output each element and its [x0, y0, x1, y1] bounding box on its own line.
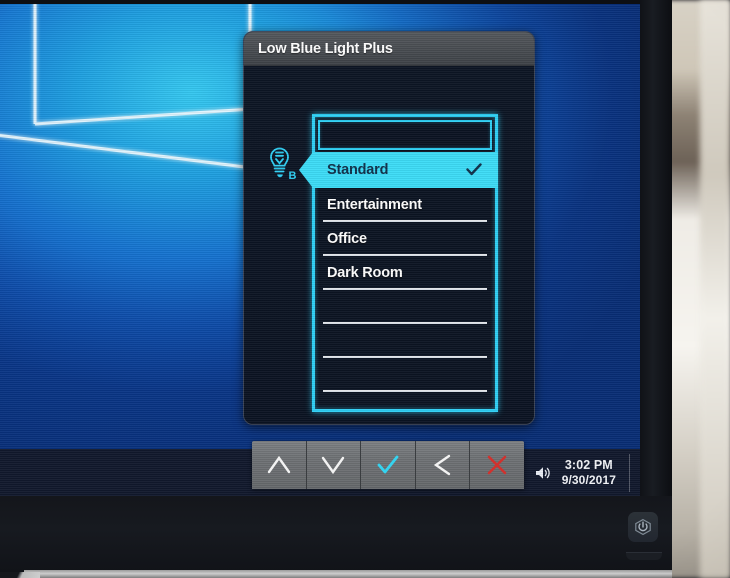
osd-dialog: Low Blue Light Plus B Standard Entertain…	[243, 31, 535, 425]
power-button[interactable]	[628, 512, 658, 542]
monitor-bezel-right	[640, 0, 672, 498]
osd-list-header	[318, 120, 492, 150]
osd-list-item-office[interactable]: Office	[315, 222, 495, 256]
osd-list-item-empty-4[interactable]	[315, 392, 495, 424]
room-background-far	[700, 0, 730, 578]
monitor-chassis: Low Blue Light Plus B Standard Entertain…	[0, 0, 672, 578]
svg-text:B: B	[289, 170, 297, 182]
osd-list: Standard Entertainment Office Dark Room	[299, 152, 498, 424]
system-tray: 3:02 PM 9/30/2017	[506, 449, 634, 496]
bezel-notch	[626, 552, 662, 560]
speaker-icon[interactable]	[534, 465, 553, 481]
osd-titlebar: Low Blue Light Plus	[244, 32, 534, 66]
check-icon	[375, 453, 401, 477]
clock-date: 9/30/2017	[561, 472, 616, 487]
monitor-stand-edge	[24, 570, 672, 578]
osd-list-item-label: Office	[327, 231, 367, 247]
osd-button-bar	[252, 441, 524, 489]
low-blue-light-bulb-icon: B	[259, 141, 299, 183]
osd-list-item-dark-room[interactable]: Dark Room	[315, 256, 495, 290]
osd-body: B Standard Entertainment Office Dark Roo…	[244, 66, 534, 424]
osd-list-item-standard[interactable]: Standard	[299, 152, 498, 188]
osd-list-item-label: Entertainment	[327, 197, 422, 213]
monitor-stand-edge-left	[0, 572, 40, 578]
osd-list-item-empty-2[interactable]	[315, 324, 495, 358]
chevron-up-icon	[266, 453, 292, 477]
monitor-screen: Low Blue Light Plus B Standard Entertain…	[0, 4, 640, 496]
osd-list-item-entertainment[interactable]: Entertainment	[315, 188, 495, 222]
osd-down-button[interactable]	[306, 441, 362, 489]
taskbar-clock[interactable]: 3:02 PM 9/30/2017	[562, 458, 616, 488]
windows-logo-icon	[0, 4, 260, 204]
chevron-left-icon	[430, 453, 456, 477]
osd-list-item-empty-1[interactable]	[315, 290, 495, 324]
osd-list-item-label: Standard	[327, 162, 389, 178]
monitor-bezel-bottom	[0, 496, 672, 578]
osd-confirm-button[interactable]	[361, 441, 416, 489]
osd-back-button[interactable]	[415, 441, 471, 489]
osd-exit-button[interactable]	[470, 441, 524, 489]
selection-pointer-icon	[299, 152, 313, 188]
osd-list-item-label: Dark Room	[327, 265, 403, 281]
close-x-icon	[484, 453, 510, 477]
show-desktop-divider[interactable]	[629, 453, 630, 492]
clock-time: 3:02 PM	[564, 457, 613, 472]
chevron-down-icon	[320, 453, 346, 477]
osd-title: Low Blue Light Plus	[258, 40, 393, 57]
check-icon	[466, 163, 482, 177]
osd-up-button[interactable]	[252, 441, 307, 489]
power-icon	[634, 518, 652, 536]
screenshot-scene: Low Blue Light Plus B Standard Entertain…	[0, 0, 730, 578]
osd-list-item-empty-3[interactable]	[315, 358, 495, 392]
